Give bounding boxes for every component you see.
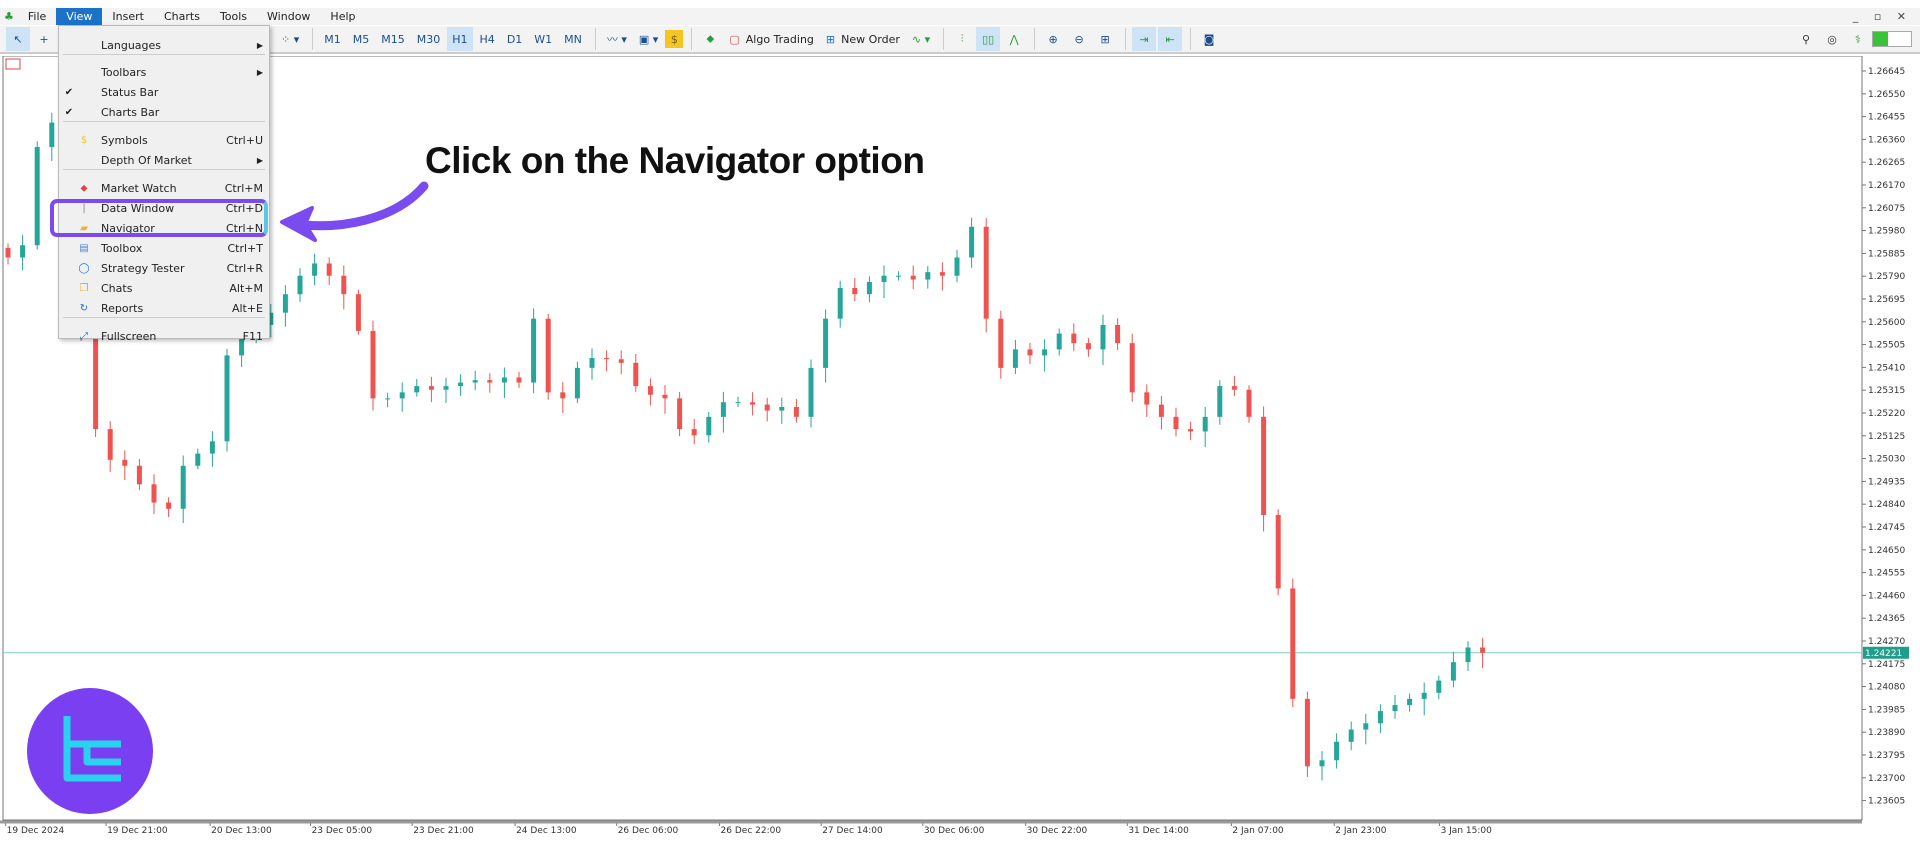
callout-arrow	[280, 181, 429, 242]
brand-logo	[27, 688, 153, 814]
arrow-curve	[291, 181, 429, 231]
callout-text: Click on the Navigator option	[425, 140, 925, 181]
